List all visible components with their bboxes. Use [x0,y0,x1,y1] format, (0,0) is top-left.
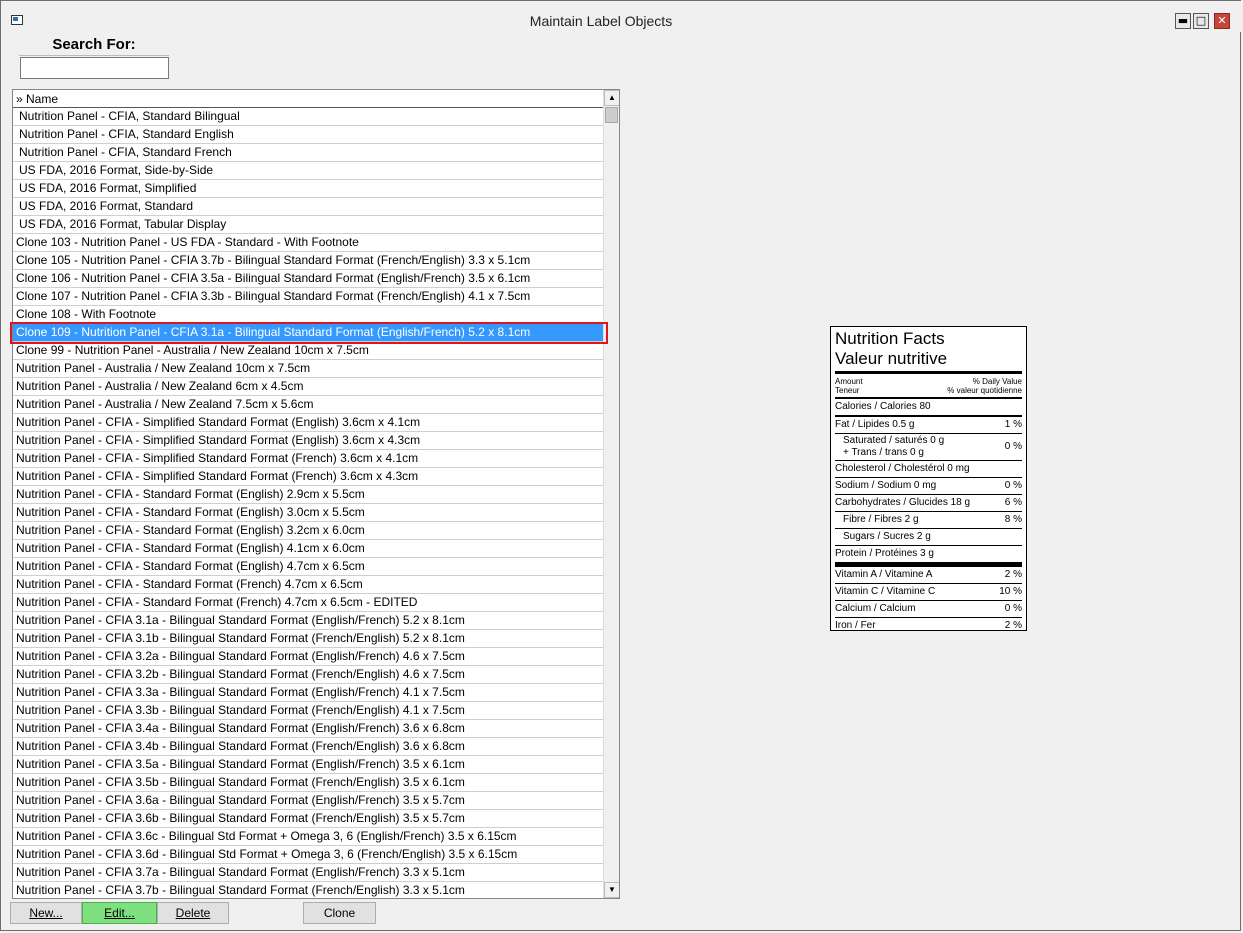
scroll-up-arrow-icon[interactable]: ▲ [604,90,619,106]
label-objects-list[interactable]: » Name Nutrition Panel - CFIA, Standard … [12,89,620,899]
list-item[interactable]: Nutrition Panel - CFIA - Simplified Stan… [13,432,603,450]
list-item[interactable]: Nutrition Panel - CFIA 3.1b - Bilingual … [13,630,603,648]
nutrition-facts-preview: Nutrition Facts Valeur nutritive Amount … [830,326,1027,631]
list-item[interactable]: Nutrition Panel - CFIA, Standard Bilingu… [13,108,603,126]
minimize-button[interactable]: ▬ [1175,13,1191,29]
preview-title-en: Nutrition Facts [835,329,945,348]
search-label: Search For: [19,36,169,56]
list-item[interactable]: Nutrition Panel - CFIA 3.7b - Bilingual … [13,882,603,898]
name-column-header[interactable]: » Name [13,90,603,108]
list-item[interactable]: Nutrition Panel - CFIA 3.2a - Bilingual … [13,648,603,666]
list-item[interactable]: Nutrition Panel - CFIA 3.6c - Bilingual … [13,828,603,846]
list-item[interactable]: Nutrition Panel - CFIA 3.6a - Bilingual … [13,792,603,810]
list-item[interactable]: Nutrition Panel - CFIA 3.4b - Bilingual … [13,738,603,756]
list-item[interactable]: Nutrition Panel - CFIA 3.5a - Bilingual … [13,756,603,774]
list-item[interactable]: Nutrition Panel - CFIA - Simplified Stan… [13,468,603,486]
list-item[interactable]: Nutrition Panel - CFIA 3.6d - Bilingual … [13,846,603,864]
list-item[interactable]: Nutrition Panel - Australia / New Zealan… [13,378,603,396]
list-item[interactable]: Nutrition Panel - CFIA - Standard Format… [13,558,603,576]
sodium-row: Sodium / Sodium 0 mg 0 % [835,477,1022,494]
list-item[interactable]: Clone 99 - Nutrition Panel - Australia /… [13,342,603,360]
list-item[interactable]: US FDA, 2016 Format, Standard [13,198,603,216]
list-item[interactable]: Clone 108 - With Footnote [13,306,603,324]
clone-button[interactable]: Clone [303,902,376,924]
list-item[interactable]: Nutrition Panel - CFIA - Standard Format… [13,486,603,504]
list-item[interactable]: US FDA, 2016 Format, Tabular Display [13,216,603,234]
delete-button[interactable]: Delete [157,902,229,924]
list-item[interactable]: Clone 103 - Nutrition Panel - US FDA - S… [13,234,603,252]
vitamin-a-row: Vitamin A / Vitamine A2 % [835,562,1022,583]
fat-row: Fat / Lipides 0.5 g1 % [835,415,1022,433]
list-item[interactable]: Nutrition Panel - CFIA - Standard Format… [13,504,603,522]
list-item[interactable]: Nutrition Panel - CFIA 3.2b - Bilingual … [13,666,603,684]
list-item[interactable]: Nutrition Panel - CFIA 3.7a - Bilingual … [13,864,603,882]
list-item[interactable]: Nutrition Panel - Australia / New Zealan… [13,396,603,414]
scroll-thumb[interactable] [605,107,618,123]
list-item[interactable]: Nutrition Panel - CFIA 3.6b - Bilingual … [13,810,603,828]
daily-value-label: % Daily Value [972,377,1022,386]
sugars-row: Sugars / Sucres 2 g [835,528,1022,545]
title-bar: Maintain Label Objects ▬ □ ✕ [1,1,1242,32]
list-item[interactable]: Nutrition Panel - CFIA - Standard Format… [13,576,603,594]
list-item[interactable]: Clone 106 - Nutrition Panel - CFIA 3.5a … [13,270,603,288]
amount-label: Amount [835,377,863,386]
list-item[interactable]: Nutrition Panel - CFIA - Standard Format… [13,540,603,558]
calcium-row: Calcium / Calcium 0 % [835,600,1022,617]
teneur-label: Teneur [835,386,860,395]
search-input[interactable] [20,57,169,79]
iron-row: Iron / Fer 2 % [835,617,1022,634]
list-item[interactable]: Nutrition Panel - CFIA 3.5b - Bilingual … [13,774,603,792]
list-item[interactable]: Clone 105 - Nutrition Panel - CFIA 3.7b … [13,252,603,270]
list-item[interactable]: US FDA, 2016 Format, Side-by-Side [13,162,603,180]
list-item[interactable]: Nutrition Panel - Australia / New Zealan… [13,360,603,378]
scroll-down-arrow-icon[interactable]: ▼ [604,882,619,898]
window-title: Maintain Label Objects [529,13,673,29]
valeur-quotidienne-label: % valeur quotidienne [947,386,1022,395]
list-item[interactable]: Nutrition Panel - CFIA 3.3b - Bilingual … [13,702,603,720]
list-item[interactable]: Nutrition Panel - CFIA 3.4a - Bilingual … [13,720,603,738]
list-item[interactable]: Nutrition Panel - CFIA 3.3a - Bilingual … [13,684,603,702]
list-rows: Nutrition Panel - CFIA, Standard Bilingu… [13,108,603,898]
list-item[interactable]: Nutrition Panel - CFIA - Standard Format… [13,522,603,540]
preview-title-fr: Valeur nutritive [835,349,948,368]
vertical-scrollbar[interactable]: ▲ ▼ [603,90,619,898]
close-button[interactable]: ✕ [1214,13,1230,29]
list-item[interactable]: Clone 109 - Nutrition Panel - CFIA 3.1a … [13,324,603,342]
list-item[interactable]: Nutrition Panel - CFIA, Standard French [13,144,603,162]
new-button[interactable]: New... [10,902,82,924]
cholesterol-row: Cholesterol / Cholestérol 0 mg [835,460,1022,477]
fibre-row: Fibre / Fibres 2 g8 % [835,511,1022,528]
preview-header: Amount Teneur % Daily Value % valeur quo… [835,377,1022,395]
carbohydrates-row: Carbohydrates / Glucides 18 g6 % [835,494,1022,511]
saturated-trans-row: Saturated / saturés 0 g + Trans / trans 0… [835,433,1022,460]
calories-row: Calories / Calories 80 [835,401,931,412]
edit-button[interactable]: Edit... [82,902,157,924]
list-item[interactable]: US FDA, 2016 Format, Simplified [13,180,603,198]
list-item[interactable]: Nutrition Panel - CFIA - Simplified Stan… [13,450,603,468]
list-item[interactable]: Nutrition Panel - CFIA, Standard English [13,126,603,144]
protein-row: Protein / Protéines 3 g [835,545,1022,562]
list-item[interactable]: Nutrition Panel - CFIA 3.1a - Bilingual … [13,612,603,630]
list-item[interactable]: Nutrition Panel - CFIA - Standard Format… [13,594,603,612]
maximize-button[interactable]: □ [1193,13,1209,29]
list-item[interactable]: Nutrition Panel - CFIA - Simplified Stan… [13,414,603,432]
main-window: Maintain Label Objects ▬ □ ✕ Search For:… [0,0,1242,931]
vitamin-c-row: Vitamin C / Vitamine C 10 % [835,583,1022,600]
list-item[interactable]: Clone 107 - Nutrition Panel - CFIA 3.3b … [13,288,603,306]
